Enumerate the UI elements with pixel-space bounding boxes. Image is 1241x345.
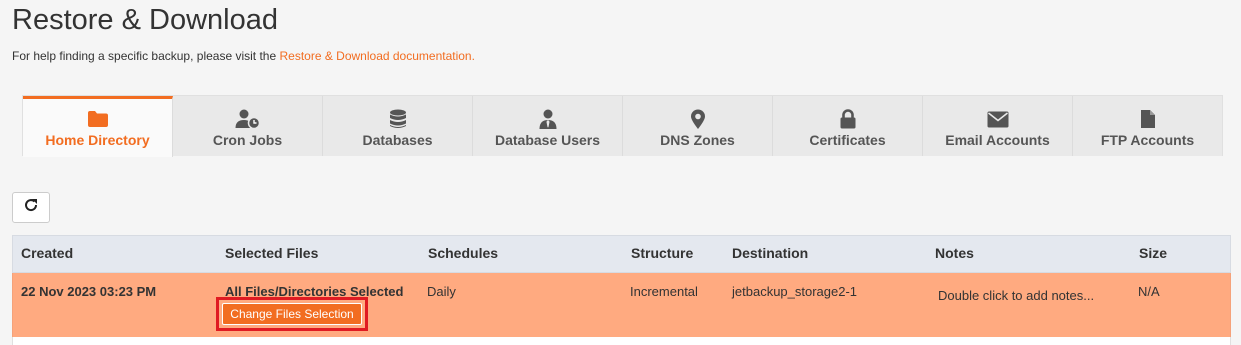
column-destination[interactable]: Destination <box>732 245 808 261</box>
envelope-icon <box>987 108 1009 130</box>
change-files-selection-button[interactable]: Change Files Selection <box>222 303 362 325</box>
backups-table: Created Selected Files Schedules Structu… <box>12 235 1231 345</box>
schedules-cell: Daily <box>427 284 456 299</box>
table-header: Created Selected Files Schedules Structu… <box>12 235 1231 273</box>
column-size[interactable]: Size <box>1139 245 1167 261</box>
highlight-frame: Change Files Selection <box>216 297 368 331</box>
column-selected-files[interactable]: Selected Files <box>225 245 318 261</box>
tab-label: Cron Jobs <box>212 132 283 148</box>
refresh-button[interactable] <box>12 192 50 223</box>
tab-label: Email Accounts <box>945 132 1050 148</box>
page-title: Restore & Download <box>12 4 278 36</box>
tab-databases[interactable]: Databases <box>323 96 473 156</box>
structure-cell: Incremental <box>630 284 698 299</box>
column-created[interactable]: Created <box>21 245 73 261</box>
user-tie-icon <box>539 108 557 130</box>
notes-cell[interactable]: Double click to add notes... <box>938 288 1094 303</box>
tab-label: Database Users <box>494 132 601 148</box>
tab-label: Databases <box>362 132 433 148</box>
file-icon <box>1140 108 1156 130</box>
refresh-icon <box>23 197 39 218</box>
tab-label: Home Directory <box>45 132 150 148</box>
map-marker-icon <box>690 108 706 130</box>
table-row-spacer <box>12 337 1231 345</box>
help-prefix: For help finding a specific backup, plea… <box>12 49 280 63</box>
tab-home-directory[interactable]: Home Directory <box>23 96 173 157</box>
tab-cron-jobs[interactable]: Cron Jobs <box>173 96 323 156</box>
column-structure[interactable]: Structure <box>631 245 693 261</box>
created-cell: 22 Nov 2023 03:23 PM <box>21 284 157 299</box>
tab-database-users[interactable]: Database Users <box>473 96 623 156</box>
folder-icon <box>87 108 109 130</box>
restore-tabs: Home Directory Cron Jobs Databases Datab… <box>22 95 1223 157</box>
table-row[interactable]: 22 Nov 2023 03:23 PM All Files/Directori… <box>12 273 1231 337</box>
column-schedules[interactable]: Schedules <box>428 245 498 261</box>
tab-email-accounts[interactable]: Email Accounts <box>923 96 1073 156</box>
documentation-link[interactable]: Restore & Download documentation. <box>279 49 474 63</box>
database-icon <box>389 108 407 130</box>
tab-ftp-accounts[interactable]: FTP Accounts <box>1073 96 1222 156</box>
tab-label: Certificates <box>809 132 886 148</box>
lock-icon <box>840 108 856 130</box>
user-clock-icon <box>235 108 261 130</box>
tab-label: FTP Accounts <box>1100 132 1195 148</box>
destination-cell: jetbackup_storage2-1 <box>732 284 858 299</box>
size-cell: N/A <box>1138 284 1160 299</box>
help-text: For help finding a specific backup, plea… <box>12 49 475 63</box>
tab-certificates[interactable]: Certificates <box>773 96 923 156</box>
tab-dns-zones[interactable]: DNS Zones <box>623 96 773 156</box>
column-notes[interactable]: Notes <box>935 245 974 261</box>
tab-label: DNS Zones <box>660 132 735 148</box>
